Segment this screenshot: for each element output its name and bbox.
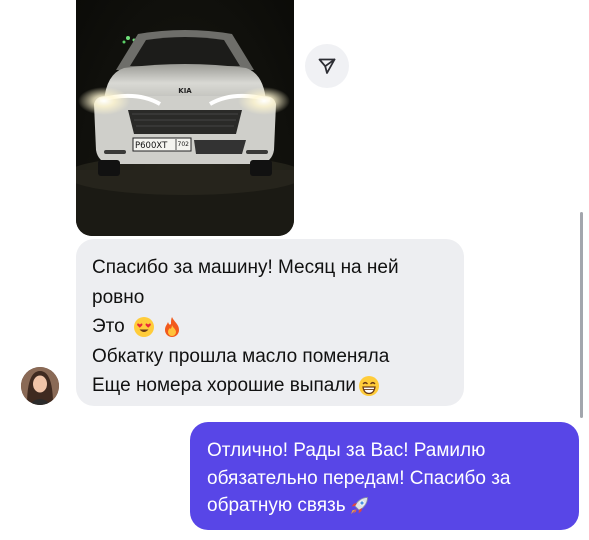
message-text: Отлично! Рады за Вас! Рамилю [207, 440, 486, 461]
message-line: ровно [92, 283, 448, 313]
scrollbar-thumb[interactable] [580, 212, 583, 418]
message-text: ровно [92, 286, 145, 308]
car-badge: KIA [178, 87, 192, 95]
message-text: Обкатку прошла масло поменяла [92, 345, 390, 367]
send-arrow-icon [318, 58, 336, 74]
message-line: Это [92, 312, 448, 342]
message-text: Это [92, 316, 125, 337]
fire-emoji [164, 316, 179, 337]
license-plate-number: Р600ХТ [135, 141, 168, 151]
incoming-message-bubble[interactable]: Спасибо за машину! Месяц на ней ровно Эт… [76, 239, 464, 406]
grinning-emoji [359, 375, 380, 396]
license-plate-region: 702 [178, 141, 190, 148]
car-photo: KIA Р600ХТ 702 [76, 30, 294, 236]
message-line: Спасибо за машину! Месяц на ней [92, 253, 448, 283]
message-line: обратную связь [207, 492, 563, 520]
message-text: Еще номера хорошие выпали [92, 375, 357, 396]
share-button[interactable] [305, 44, 349, 88]
message-text: обязательно передам! Спасибо за [207, 467, 511, 489]
outgoing-message-bubble[interactable]: Отлично! Рады за Вас! Рамилю обязательно… [190, 422, 579, 530]
avatar[interactable] [21, 367, 59, 405]
message-text: обратную связь [207, 495, 346, 516]
message-line: обязательно передам! Спасибо за [207, 465, 563, 493]
message-text: Спасибо за машину! Месяц на ней [92, 257, 399, 278]
message-line: Отлично! Рады за Вас! Рамилю [207, 437, 563, 465]
heart-eyes-emoji [133, 316, 154, 337]
message-line: Обкатку прошла масло поменяла [92, 342, 448, 372]
message-line: Еще номера хорошие выпали [92, 371, 448, 401]
rocket-emoji [350, 496, 368, 514]
car-photo-attachment[interactable]: KIA Р600ХТ 702 [76, 0, 294, 236]
avatar-photo [21, 367, 59, 405]
